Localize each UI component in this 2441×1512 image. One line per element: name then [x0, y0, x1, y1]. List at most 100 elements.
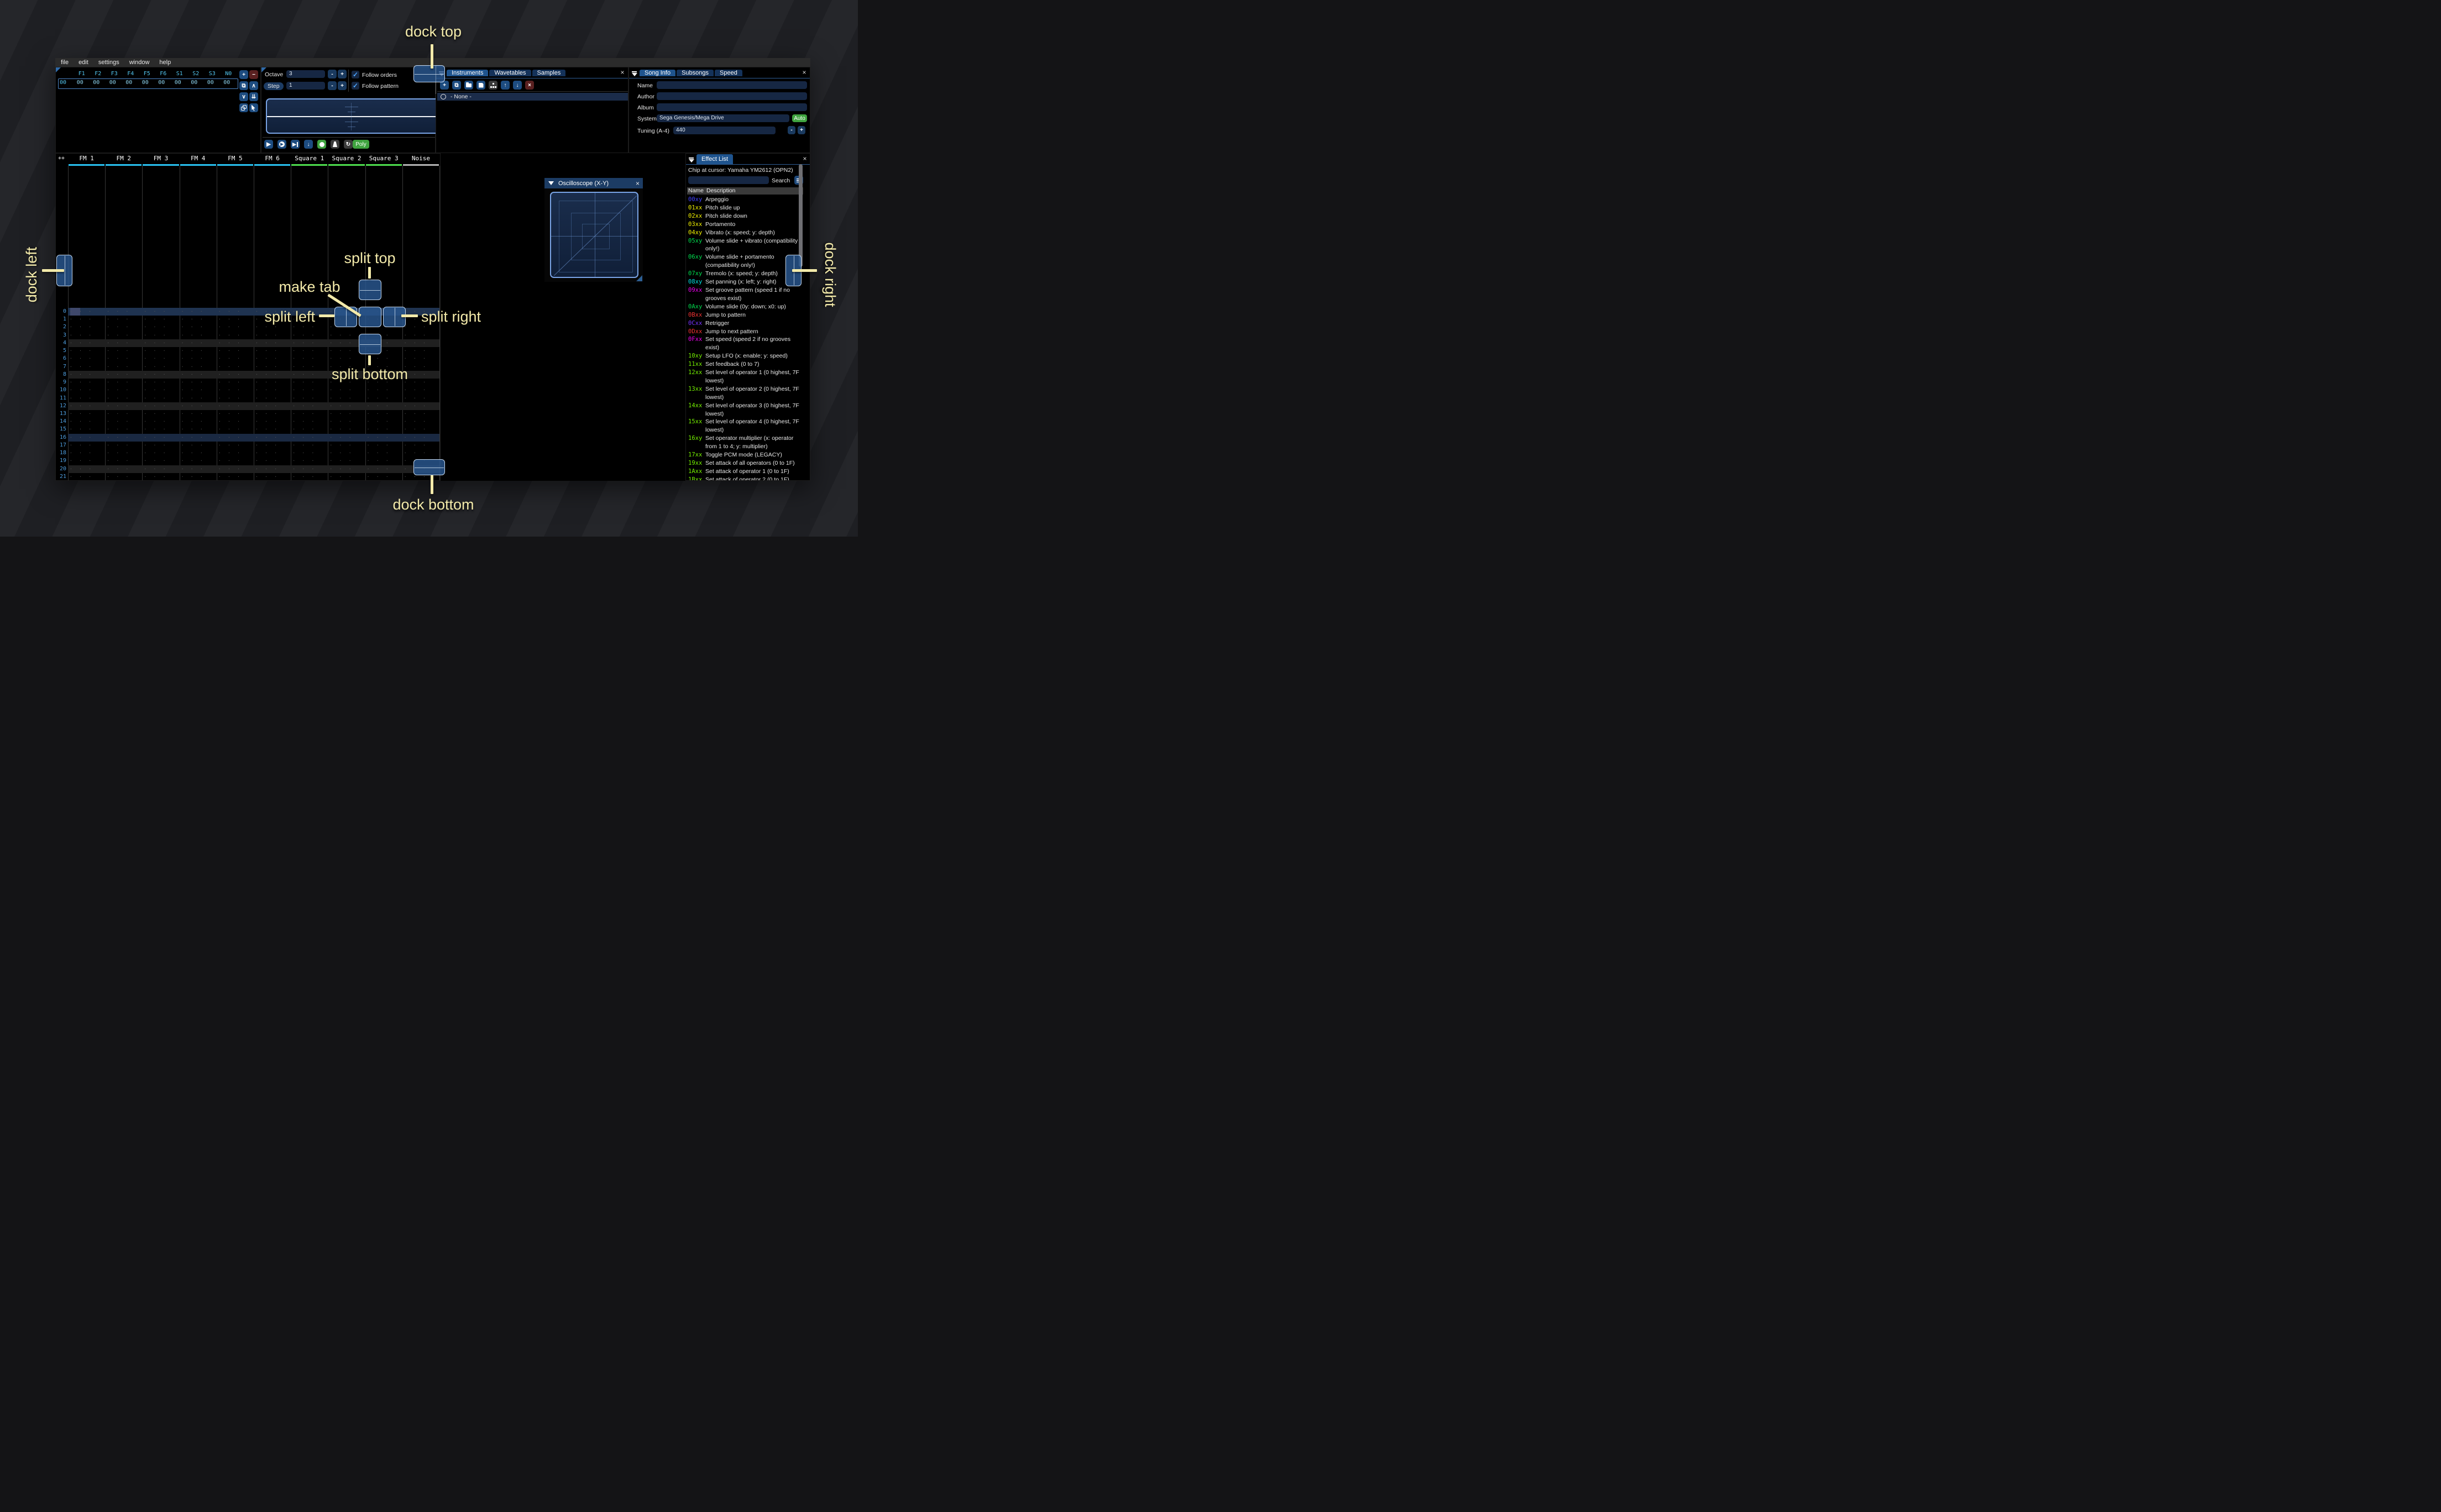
dock-top-target[interactable] [413, 65, 445, 82]
tab-song-info[interactable]: Song Info [640, 70, 676, 76]
effect-row[interactable]: 02xx Pitch slide down [688, 212, 800, 221]
effect-row[interactable]: 16xy Set operator multiplier (x: operator… [688, 434, 800, 451]
record-icon[interactable] [317, 140, 326, 149]
order-cell[interactable]: 00 [72, 80, 88, 86]
step-increase-button[interactable]: + [338, 81, 347, 90]
pattern-row[interactable]: · · · · · · · · · · · · · · · · · · · · ·… [68, 418, 439, 426]
channel-header-square-2[interactable]: Square 2 [328, 154, 365, 166]
effect-row[interactable]: 00xy Arpeggio [688, 196, 800, 204]
instrument-list-item[interactable]: - None - [437, 93, 628, 101]
step-row-icon[interactable]: ↓ [304, 140, 313, 149]
effect-row[interactable]: 12xx Set level of operator 1 (0 highest, … [688, 369, 800, 385]
order-cell[interactable]: 00 [154, 80, 170, 86]
play-from-cursor-icon[interactable]: ▶ [291, 140, 300, 149]
octave-decrease-button[interactable]: - [328, 70, 337, 78]
collapse-triangle-icon[interactable] [548, 181, 554, 185]
minus-icon[interactable]: − [249, 70, 258, 79]
order-cell[interactable]: 00 [202, 80, 219, 86]
effect-row[interactable]: 0Fxx Set speed (speed 2 if no grooves exi… [688, 335, 800, 352]
channel-header-fm-4[interactable]: FM 4 [180, 154, 216, 166]
step-decrease-button[interactable]: - [328, 81, 337, 90]
effect-row[interactable]: 1Axx Set attack of operator 1 (0 to 1F) [688, 468, 800, 476]
save-instrument-icon[interactable] [476, 81, 485, 90]
tab-subsongs[interactable]: Subsongs [677, 70, 714, 76]
system-auto-button[interactable]: Auto [792, 114, 807, 122]
effect-row[interactable]: 03xx Portamento [688, 221, 800, 229]
effect-row[interactable]: 10xy Setup LFO (x: enable; y: speed) [688, 352, 800, 360]
plus-icon[interactable]: + [239, 70, 248, 79]
effect-row[interactable]: 06xy Volume slide + portamento (compatibi… [688, 253, 800, 270]
pattern-row[interactable]: · · · · · · · · · · · · · · · · · · · · ·… [68, 426, 439, 433]
order-cell[interactable]: 00 [186, 80, 203, 86]
name-field[interactable] [657, 81, 807, 89]
author-field[interactable] [657, 92, 807, 100]
effect-row[interactable]: 19xx Set attack of all operators (0 to 1F… [688, 459, 800, 468]
poly-toggle-button[interactable]: Poly [353, 140, 369, 149]
pattern-row[interactable]: · · · · · · · · · · · · · · · · · · · · ·… [68, 402, 439, 410]
double-down-icon[interactable]: ⇊ [249, 92, 258, 101]
follow-orders-label[interactable]: Follow orders [362, 72, 397, 78]
step-label[interactable]: Step [264, 82, 284, 90]
effect-row[interactable]: 0Axy Volume slide (0y: down; x0: up) [688, 303, 800, 311]
effect-row[interactable]: 07xy Tremolo (x: speed; y: depth) [688, 270, 800, 278]
channel-header-noise[interactable]: Noise [402, 154, 439, 166]
orders-selected-row[interactable]: 00 00 00 00 00 00 00 00 00 00 00 [58, 78, 238, 89]
menu-item-edit[interactable]: edit [78, 59, 88, 66]
effect-row[interactable]: 14xx Set level of operator 3 (0 highest, … [688, 402, 800, 418]
pattern-row[interactable]: · · · · · · · · · · · · · · · · · · · · ·… [68, 355, 439, 363]
play-icon[interactable]: ▶ [264, 140, 273, 149]
order-cell[interactable]: 00 [121, 80, 138, 86]
oscilloscope-window[interactable]: Oscilloscope (X-Y) × [544, 178, 643, 282]
step-input[interactable]: 1 [286, 82, 325, 90]
resize-grip-icon[interactable] [636, 275, 642, 281]
move-instrument-down-icon[interactable]: ↓ [513, 81, 522, 90]
close-icon[interactable]: × [636, 180, 640, 187]
order-cell[interactable]: 00 [219, 80, 235, 86]
metronome-icon[interactable] [331, 140, 339, 149]
pattern-row[interactable]: · · · · · · · · · · · · · · · · · · · · ·… [68, 339, 439, 348]
tab-samples[interactable]: Samples [532, 70, 566, 76]
channel-header-fm-3[interactable]: FM 3 [143, 154, 179, 166]
pattern-row[interactable]: · · · · · · · · · · · · · · · · · · · · ·… [68, 410, 439, 418]
pattern-row[interactable]: · · · · · · · · · · · · · · · · · · · · ·… [68, 457, 439, 465]
follow-orders-checkbox[interactable]: ✓ [352, 71, 359, 78]
unlink-icon[interactable] [239, 103, 248, 112]
effect-row[interactable]: 15xx Set level of operator 4 (0 highest, … [688, 418, 800, 434]
pattern-row[interactable]: · · · · · · · · · · · · · · · · · · · · ·… [68, 465, 439, 473]
channel-header-square-1[interactable]: Square 1 [291, 154, 328, 166]
pattern-row[interactable]: · · · · · · · · · · · · · · · · · · · · ·… [68, 473, 439, 480]
channel-header-fm-1[interactable]: FM 1 [69, 154, 105, 166]
channel-header-square-3[interactable]: Square 3 [365, 154, 402, 166]
duplicate-instrument-icon[interactable]: ⧉ [452, 81, 461, 90]
close-icon[interactable]: × [619, 69, 626, 76]
effect-row[interactable]: 08xy Set panning (x: left; y: right) [688, 278, 800, 286]
octave-input[interactable]: 3 [286, 70, 325, 78]
move-up-icon[interactable]: ∧ [249, 81, 258, 90]
effect-row[interactable]: 0Cxx Retrigger [688, 319, 800, 328]
follow-pattern-checkbox[interactable]: ✓ [352, 82, 359, 90]
dock-bottom-target[interactable] [413, 459, 445, 475]
description-column-header[interactable]: Description [706, 187, 736, 195]
effect-row[interactable]: 09xx Set groove pattern (speed 1 if no gr… [688, 286, 800, 303]
instrument-tree-icon[interactable] [489, 81, 497, 90]
close-icon[interactable]: × [801, 155, 809, 162]
make-tab-target[interactable] [359, 307, 381, 327]
order-cell[interactable]: 00 [137, 80, 154, 86]
tab-speed[interactable]: Speed [715, 70, 742, 76]
effect-row[interactable]: 13xx Set level of operator 2 (0 highest, … [688, 385, 800, 402]
album-field[interactable] [657, 103, 807, 111]
window-menu-icon[interactable] [688, 156, 695, 164]
split-top-target[interactable] [359, 280, 381, 300]
order-cell[interactable]: 00 [170, 80, 186, 86]
play-pattern-icon[interactable]: ▶ [277, 140, 286, 149]
pattern-row[interactable]: · · · · · · · · · · · · · · · · · · · · ·… [68, 449, 439, 457]
name-column-header[interactable]: Name [688, 187, 704, 195]
channel-header-fm-6[interactable]: FM 6 [254, 154, 291, 166]
effect-row[interactable]: 11xx Set feedback (0 to 7) [688, 360, 800, 369]
effect-row[interactable]: 01xx Pitch slide up [688, 204, 800, 212]
mouse-cursor-icon[interactable] [249, 103, 258, 112]
split-bottom-target[interactable] [359, 334, 381, 354]
tab-effect-list[interactable]: Effect List [696, 154, 734, 164]
tuning-field[interactable]: 440 [673, 127, 776, 134]
menu-item-help[interactable]: help [159, 59, 171, 66]
